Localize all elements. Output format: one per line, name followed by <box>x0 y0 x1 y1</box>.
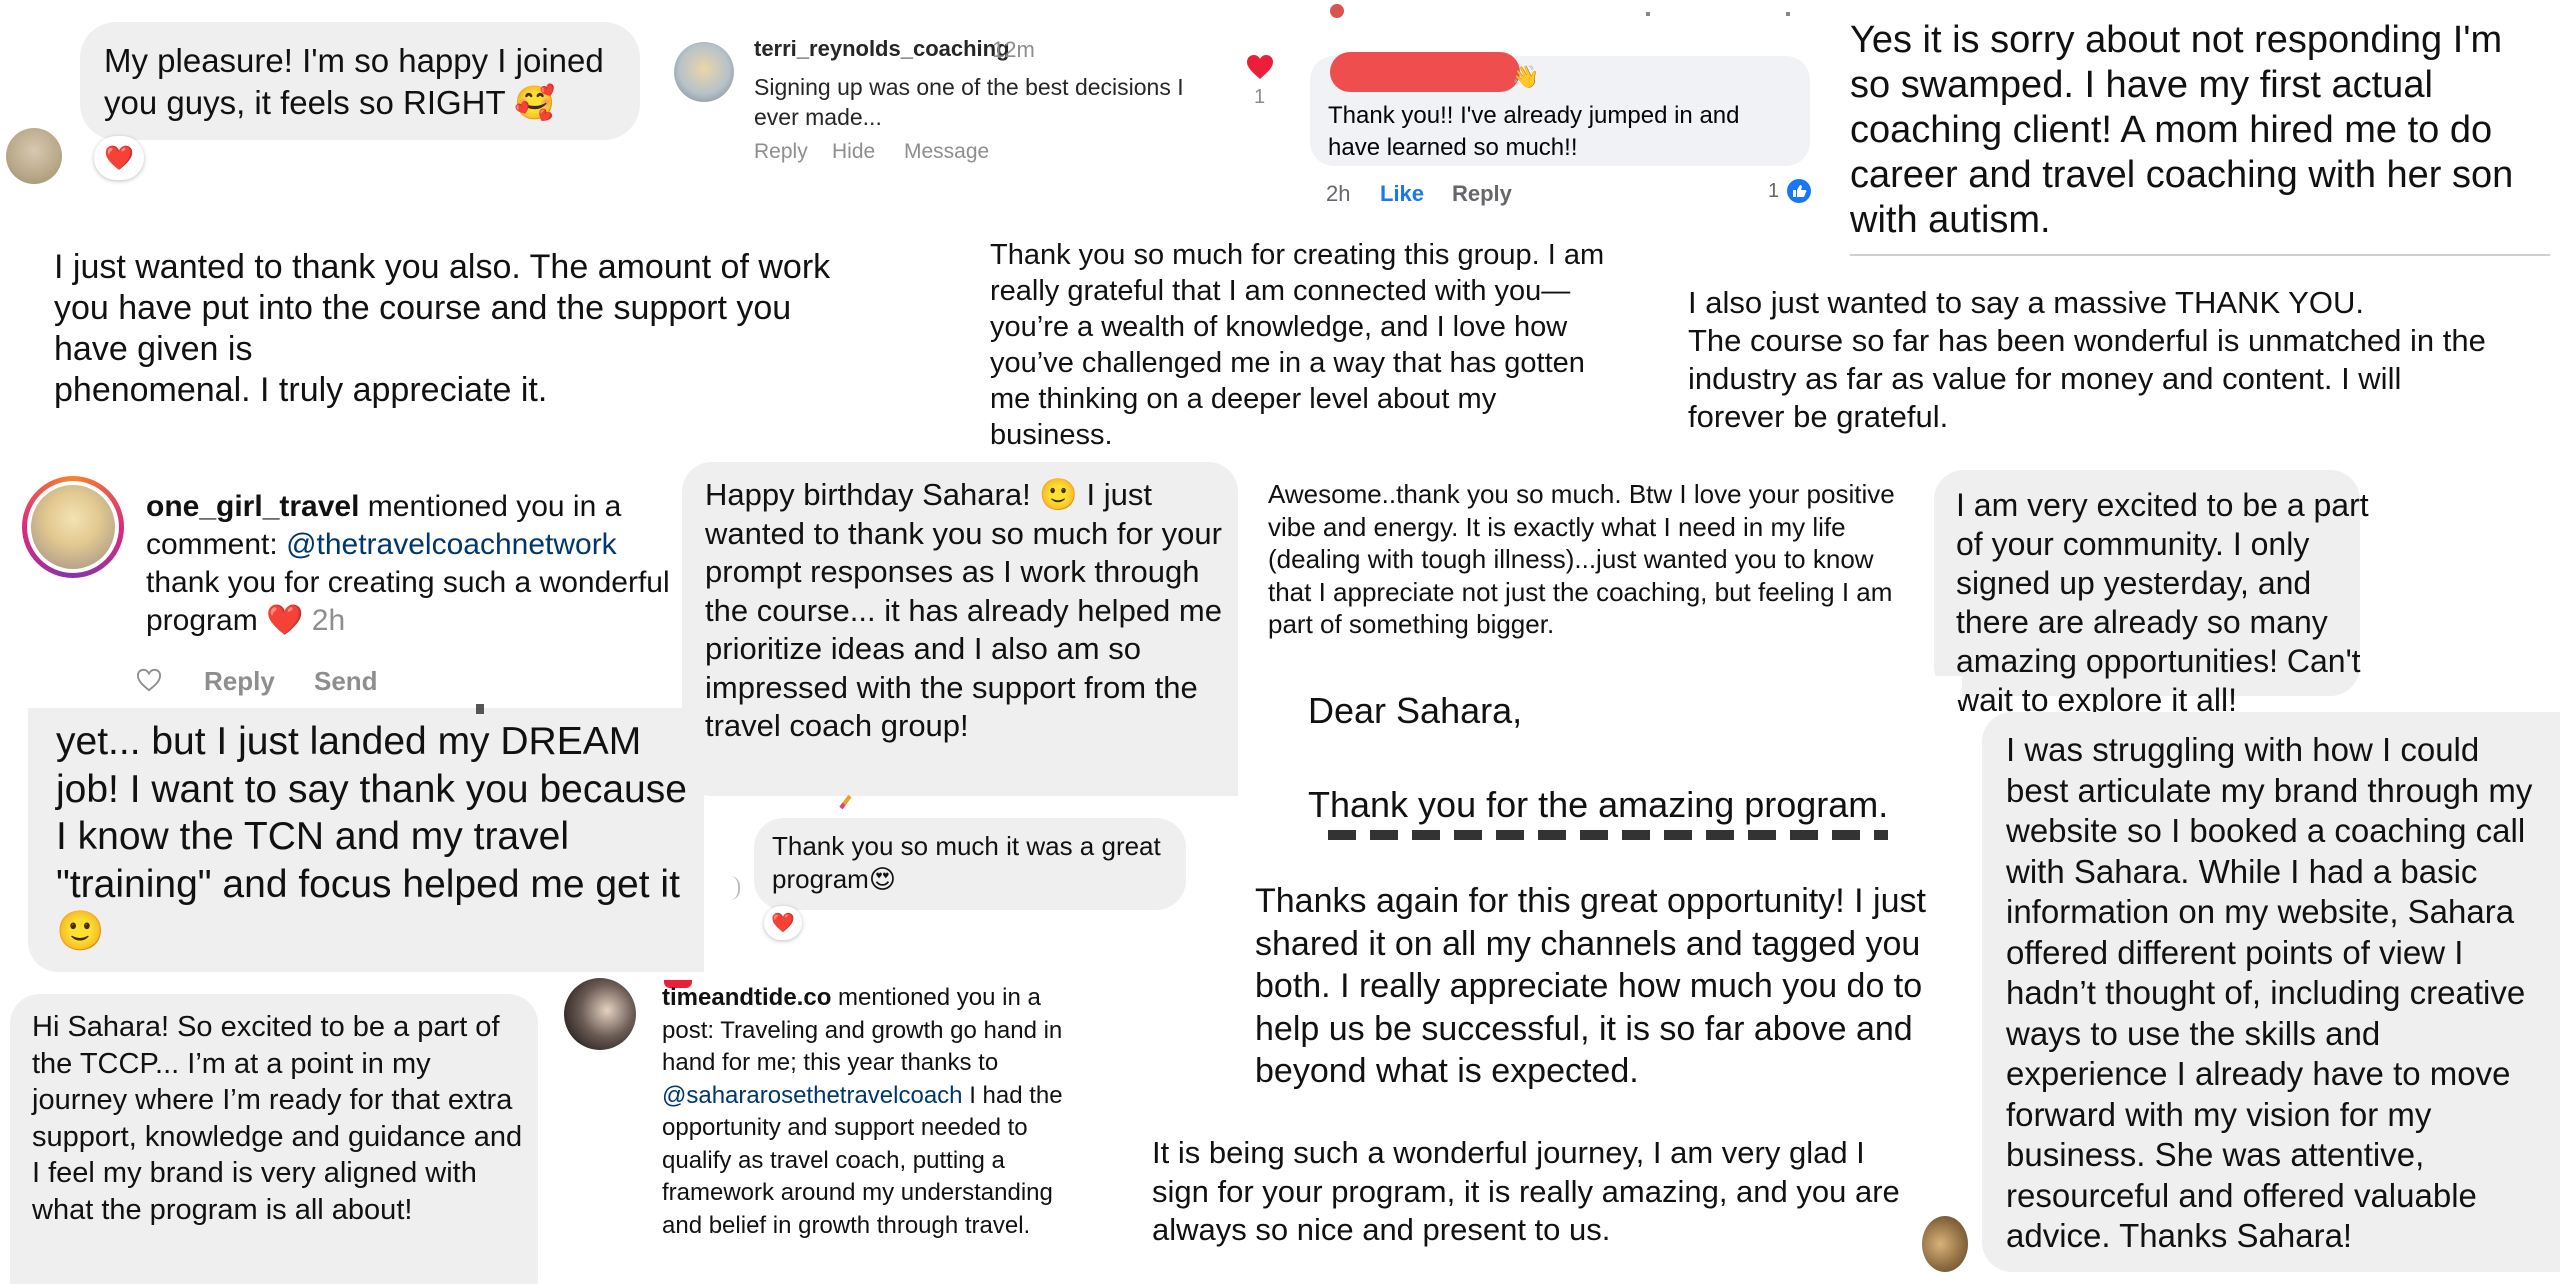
comment-text: thank you for creating such a wonderful … <box>146 566 670 637</box>
comment-text: Signing up was one of the best decisions… <box>754 74 1184 130</box>
comment-text: Thank you so much it was a great program… <box>772 831 1161 894</box>
heart-outline-icon[interactable] <box>136 668 162 692</box>
reaction-badge[interactable]: ❤️ <box>764 906 802 940</box>
mention-handle[interactable]: @sahararosethetravelcoach <box>662 1082 963 1109</box>
divider <box>1850 254 2550 256</box>
waving-hand-icon: 👋 <box>1512 64 1540 89</box>
avatar <box>674 42 734 102</box>
comment-text: Thank you!! I've already jumped in and h… <box>1328 102 1740 161</box>
comment-text: My pleasure! I'm so happy I joined you g… <box>104 42 604 121</box>
redacted-header <box>1316 4 1806 28</box>
comment-text: Hi Sahara! So excited to be a part of th… <box>32 1011 523 1226</box>
reply-link[interactable]: Reply <box>754 140 808 164</box>
avatar <box>564 978 636 1050</box>
avatar <box>1922 1216 1968 1272</box>
notification-text: one_girl_travel mentioned you in a comme… <box>146 488 686 640</box>
cut-avatar <box>838 794 854 810</box>
comment-text: Yes it is sorry about not responding I'm… <box>1850 19 2514 241</box>
heart-icon[interactable] <box>1246 54 1274 80</box>
like-thumb-icon <box>1786 178 1812 204</box>
send-link[interactable]: Send <box>314 666 378 697</box>
comment-username[interactable]: terri_reynolds_coaching <box>754 36 1010 62</box>
comment-text: I am very excited to be a part of your c… <box>1956 487 2369 718</box>
comment-text: Awesome..thank you so much. Btw I love y… <box>1268 479 1895 639</box>
hide-link[interactable]: Hide <box>832 140 875 164</box>
comment-text: I just wanted to thank you also. The amo… <box>54 248 831 409</box>
cut-text <box>56 704 676 714</box>
comment-text: It is being such a wonderful journey, I … <box>1152 1135 1900 1247</box>
notification-text: timeandtide.co mentioned you in a post: … <box>662 982 1082 1242</box>
letter-text: Thank you for the amazing program. <box>1308 784 1889 825</box>
redacted-name <box>1330 52 1520 92</box>
heart-icon: ❤️ <box>266 604 304 637</box>
letter-card: Dear Sahara, Thank you for the amazing p… <box>1268 680 1968 840</box>
like-link[interactable]: Like <box>1380 181 1424 207</box>
letter-cutoff-line <box>1328 830 1888 840</box>
comment-text: I was struggling with how I could best a… <box>2006 731 2533 1254</box>
username[interactable]: timeandtide.co <box>662 984 831 1011</box>
like-count: 1 <box>1254 86 1266 108</box>
comment-text: I also just wanted to say a massive THAN… <box>1688 285 2486 434</box>
mention-handle[interactable]: @thetravelcoachnetwork <box>286 528 617 561</box>
comment-text: yet... but I just landed my DREAM job! I… <box>56 720 687 953</box>
reaction-badge[interactable]: ❤️ <box>94 136 144 180</box>
avatar <box>22 476 124 578</box>
reply-link[interactable]: Reply <box>204 666 275 697</box>
comment-time: 12m <box>992 37 1035 62</box>
reply-thread-mark <box>730 876 740 900</box>
comment-text: Happy birthday Sahara! 🙂 I just wanted t… <box>705 477 1222 743</box>
avatar <box>6 128 62 184</box>
comment-bubble: My pleasure! I'm so happy I joined you g… <box>80 22 640 140</box>
heart-icon: ❤️ <box>771 913 795 934</box>
reaction-count: 1 <box>1768 180 1780 202</box>
message-link[interactable]: Message <box>904 140 989 164</box>
comment-text: Thanks again for this great opportunity!… <box>1255 882 1926 1090</box>
letter-greeting: Dear Sahara, <box>1308 690 1523 731</box>
comment-time: 2h <box>311 604 346 637</box>
comment-time: 2h <box>1326 181 1351 206</box>
comment-text: Thank you so much for creating this grou… <box>990 239 1605 451</box>
username[interactable]: one_girl_travel <box>146 490 359 523</box>
heart-icon: ❤️ <box>104 144 134 172</box>
reply-link[interactable]: Reply <box>1452 181 1512 207</box>
